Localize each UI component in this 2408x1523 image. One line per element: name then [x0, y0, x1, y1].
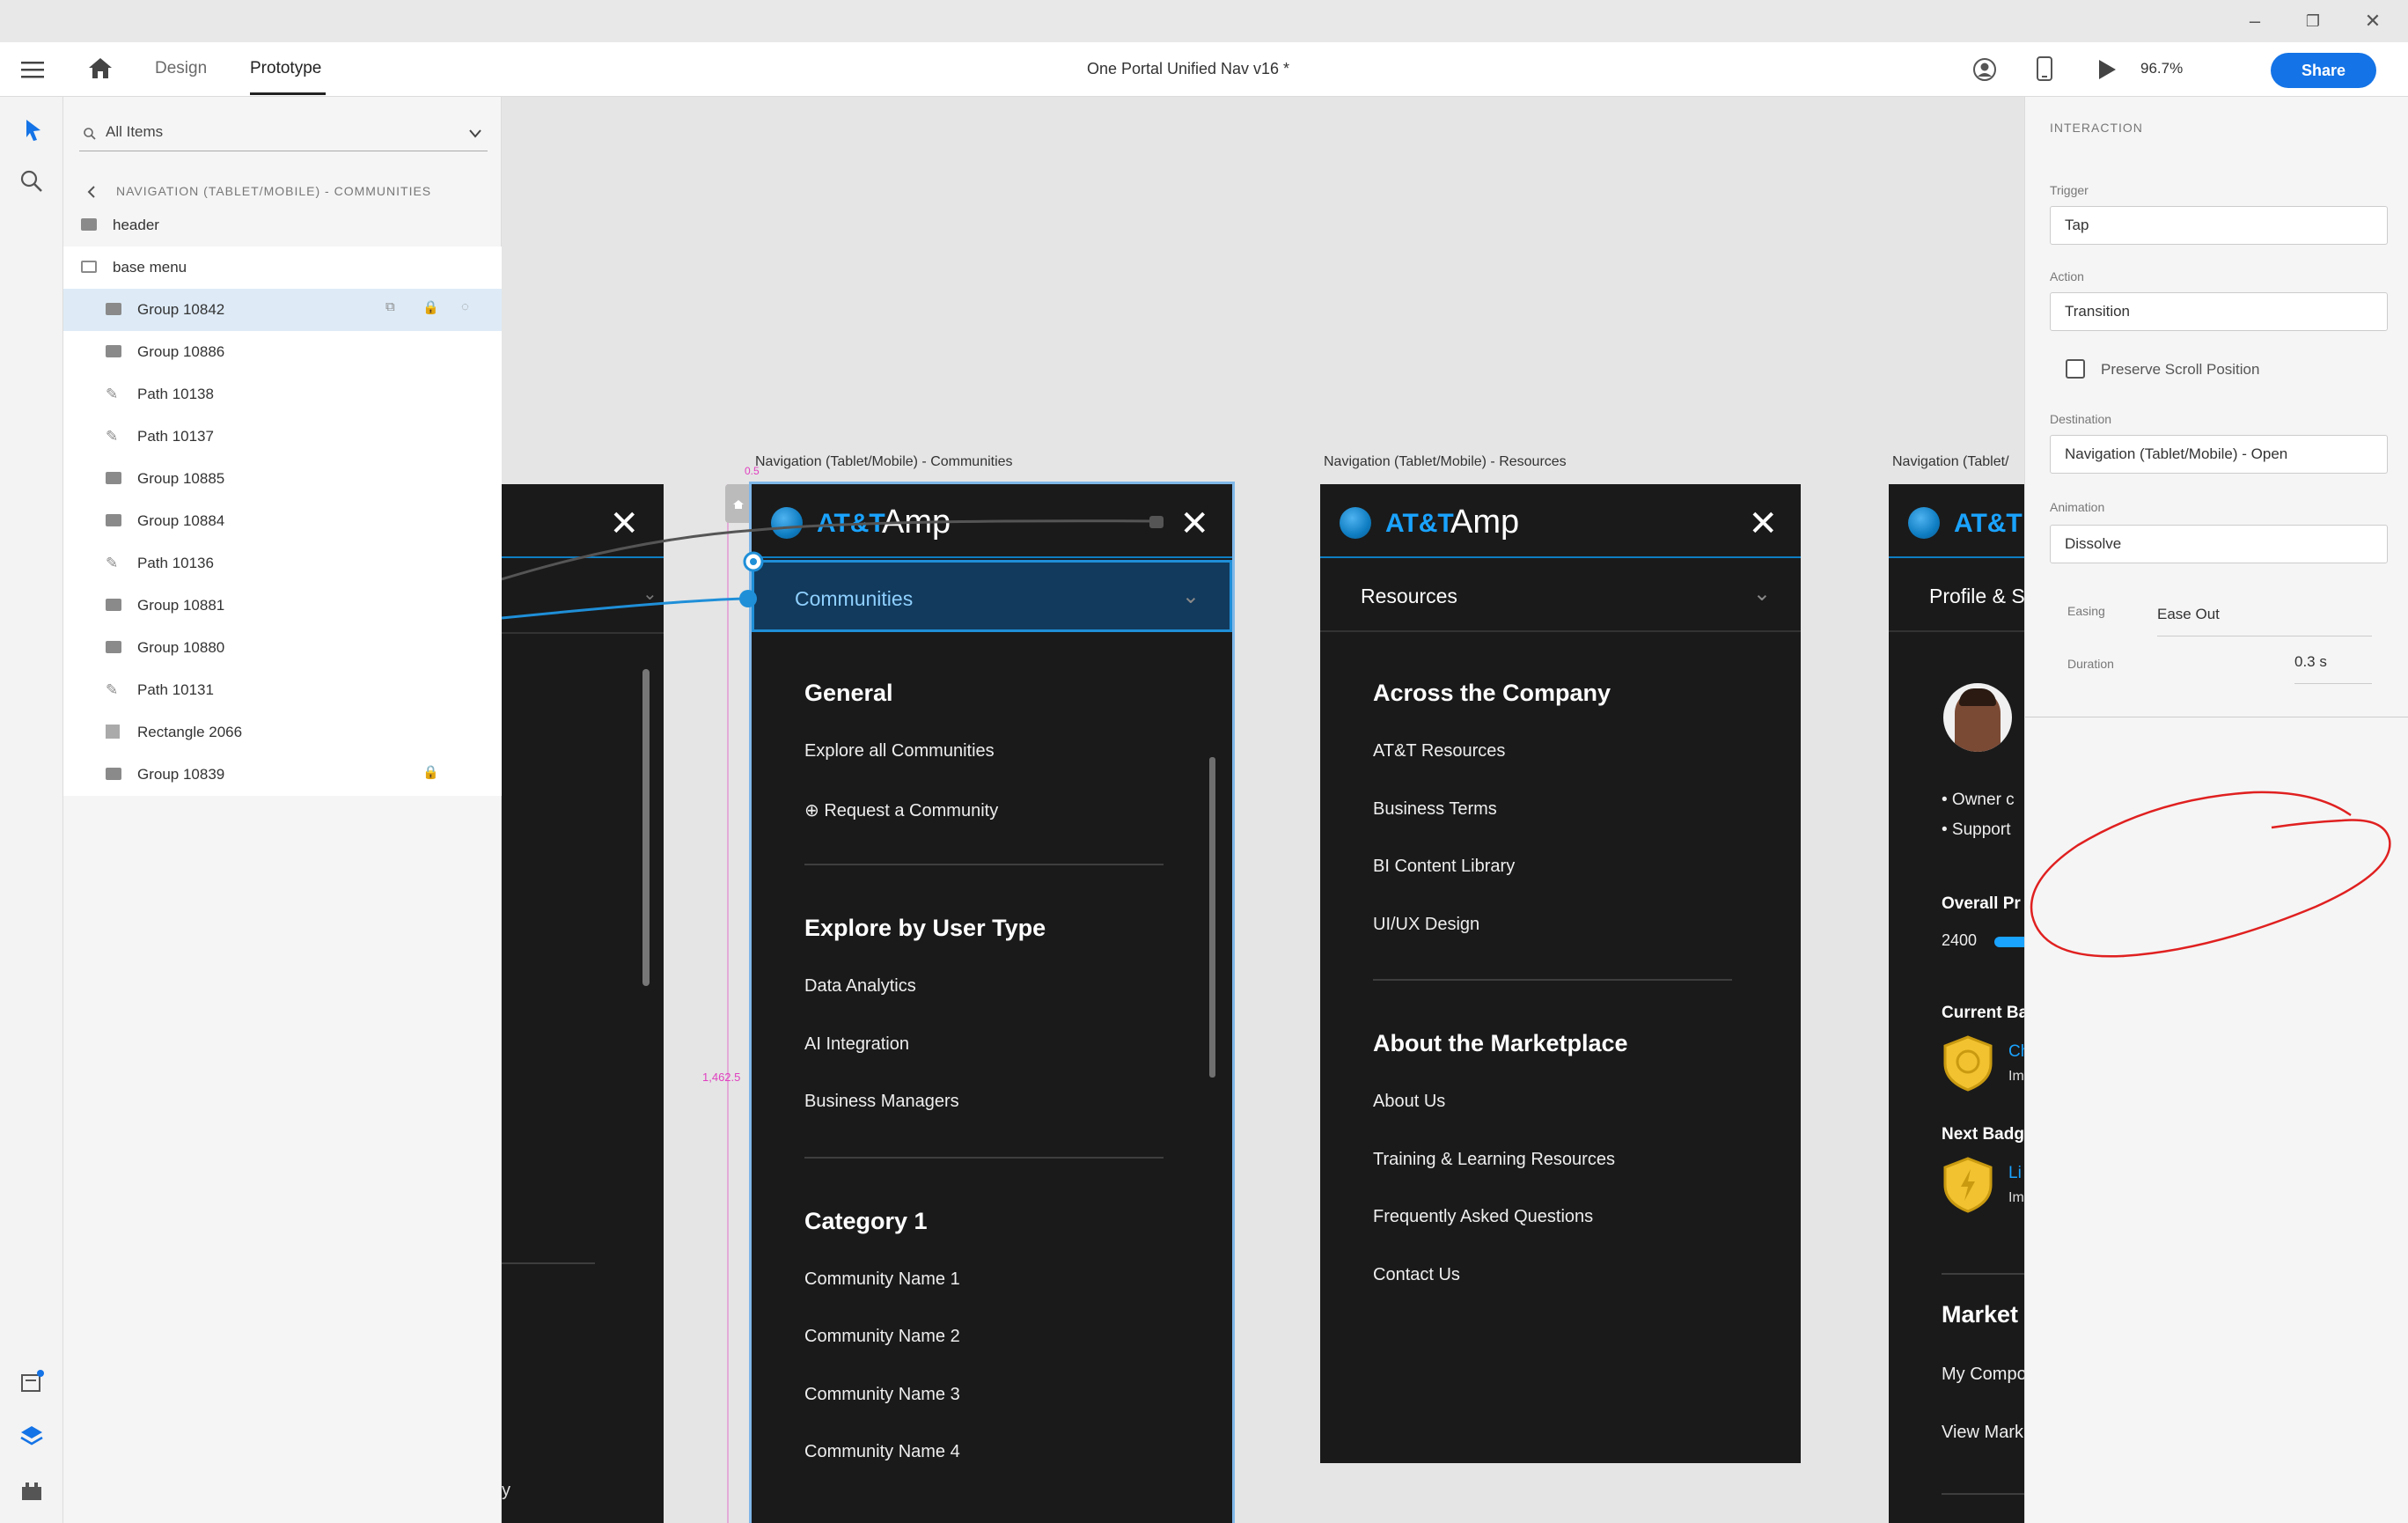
layer-row[interactable]: header: [63, 204, 502, 246]
layer-label: Group 10885: [137, 470, 225, 487]
folder-icon: [106, 641, 121, 653]
layer-row[interactable]: ✎ Path 10131: [63, 669, 502, 711]
layer-label: Group 10886: [137, 343, 225, 360]
layer-row[interactable]: ✎ Path 10136: [63, 542, 502, 585]
layer-row[interactable]: base menu: [63, 246, 502, 289]
trigger-label: Trigger: [2050, 183, 2089, 197]
search-icon: [84, 128, 96, 140]
document-title: One Portal Unified Nav v16 *: [1086, 60, 1290, 77]
tab-design[interactable]: Design: [155, 59, 207, 78]
layers-filter-value: All Items: [106, 123, 164, 140]
back-chevron-icon[interactable]: [86, 185, 97, 199]
easing-label: Easing: [2067, 604, 2105, 618]
layer-label: Path 10137: [137, 428, 214, 445]
layer-label: Path 10138: [137, 386, 214, 402]
layers-breadcrumb: NAVIGATION (TABLET/MOBILE) - COMMUNITIES: [116, 184, 432, 198]
tab-prototype[interactable]: Prototype: [250, 59, 321, 78]
select-arrow-icon[interactable]: [18, 116, 46, 144]
pen-path-icon: ✎: [106, 386, 119, 402]
folder-icon: [81, 218, 97, 231]
folder-icon: [106, 599, 121, 611]
folder-icon: [106, 303, 121, 315]
action-select[interactable]: Transition: [2050, 292, 2388, 331]
duration-input[interactable]: 0.3 s: [2294, 653, 2327, 671]
layer-row[interactable]: Group 10886: [63, 331, 502, 373]
layer-label: header: [113, 217, 159, 233]
layer-row[interactable]: ✎ Path 10137: [63, 416, 502, 458]
layer-label: Group 10884: [137, 512, 225, 529]
restore-icon[interactable]: ❐: [2299, 7, 2327, 35]
active-tab-indicator: [250, 92, 326, 95]
chevron-down-icon: [469, 129, 481, 138]
panel-header: INTERACTION: [2050, 121, 2143, 135]
zoom-level[interactable]: 96.7%: [2140, 60, 2183, 77]
layer-row[interactable]: Group 10884: [63, 500, 502, 542]
prototype-wires: [502, 516, 1164, 620]
layer-row[interactable]: Group 10885: [63, 458, 502, 500]
app-toolbar: Design Prototype One Portal Unified Nav …: [0, 42, 2408, 97]
interaction-panel: INTERACTION Trigger Tap Action Transitio…: [2024, 97, 2408, 1523]
design-canvas[interactable]: ✕ ⌄ y Navigation (Tablet/Mobile) - Commu…: [502, 97, 2024, 1523]
layer-row[interactable]: ✎ Path 10138: [63, 373, 502, 416]
mobile-preview-icon[interactable]: [2037, 56, 2052, 81]
duration-underline: [2294, 683, 2372, 684]
layer-label: Group 10881: [137, 597, 225, 614]
layer-label: Group 10842: [137, 301, 225, 318]
layer-label: Path 10131: [137, 681, 214, 698]
animation-select[interactable]: Dissolve: [2050, 525, 2388, 563]
trigger-select[interactable]: Tap: [2050, 206, 2388, 245]
layer-label: Rectangle 2066: [137, 724, 243, 740]
hide-icon[interactable]: ◌: [461, 299, 469, 314]
folder-open-icon: [81, 261, 97, 273]
destination-select[interactable]: Navigation (Tablet/Mobile) - Open: [2050, 435, 2388, 474]
plugins-icon[interactable]: [18, 1477, 46, 1505]
preserve-scroll-label: Preserve Scroll Position: [2101, 361, 2260, 378]
layer-label: Group 10839: [137, 766, 225, 783]
pen-path-icon: ✎: [106, 555, 119, 571]
easing-select[interactable]: Ease Out: [2157, 606, 2220, 623]
layer-row[interactable]: Group 10881: [63, 585, 502, 627]
layers-icon[interactable]: [18, 1423, 46, 1451]
folder-icon: [106, 768, 121, 780]
close-window-icon[interactable]: ✕: [2359, 7, 2387, 35]
lock-icon[interactable]: 🔒: [422, 299, 439, 315]
preserve-scroll-checkbox[interactable]: [2066, 359, 2085, 379]
share-button[interactable]: Share: [2271, 53, 2376, 88]
rectangle-icon: [106, 725, 120, 739]
lock-icon[interactable]: 🔒: [422, 764, 439, 780]
menu-icon[interactable]: [21, 60, 44, 79]
pen-path-icon: ✎: [106, 428, 119, 445]
folder-icon: [106, 472, 121, 484]
tool-rail: [0, 97, 63, 1523]
external-link-icon[interactable]: ⧉: [385, 299, 395, 314]
layer-row[interactable]: Rectangle 2066: [63, 711, 502, 754]
layers-filter-dropdown[interactable]: All Items: [79, 116, 488, 151]
folder-icon: [106, 514, 121, 526]
pen-path-icon: ✎: [106, 681, 119, 698]
red-annotation-circle: [2030, 791, 2391, 958]
window-titlebar: – ❐ ✕: [0, 0, 2408, 42]
layers-panel: All Items NAVIGATION (TABLET/MOBILE) - C…: [63, 97, 502, 1523]
action-label: Action: [2050, 269, 2084, 283]
layer-row[interactable]: Group 10842 ⧉ 🔒 ◌: [63, 289, 502, 331]
folder-icon: [106, 345, 121, 357]
layer-row[interactable]: Group 10839 🔒: [63, 754, 502, 796]
layer-label: base menu: [113, 259, 187, 276]
duration-label: Duration: [2067, 657, 2114, 671]
search-icon[interactable]: [18, 167, 46, 195]
destination-label: Destination: [2050, 412, 2112, 426]
assets-icon[interactable]: [18, 1368, 46, 1396]
minimize-icon[interactable]: –: [2241, 7, 2269, 35]
layer-row[interactable]: Group 10880: [63, 627, 502, 669]
home-icon[interactable]: [88, 56, 113, 79]
user-icon[interactable]: [1973, 58, 1996, 81]
layer-label: Group 10880: [137, 639, 225, 656]
play-icon[interactable]: [2096, 58, 2118, 81]
layer-label: Path 10136: [137, 555, 214, 571]
animation-label: Animation: [2050, 500, 2105, 514]
